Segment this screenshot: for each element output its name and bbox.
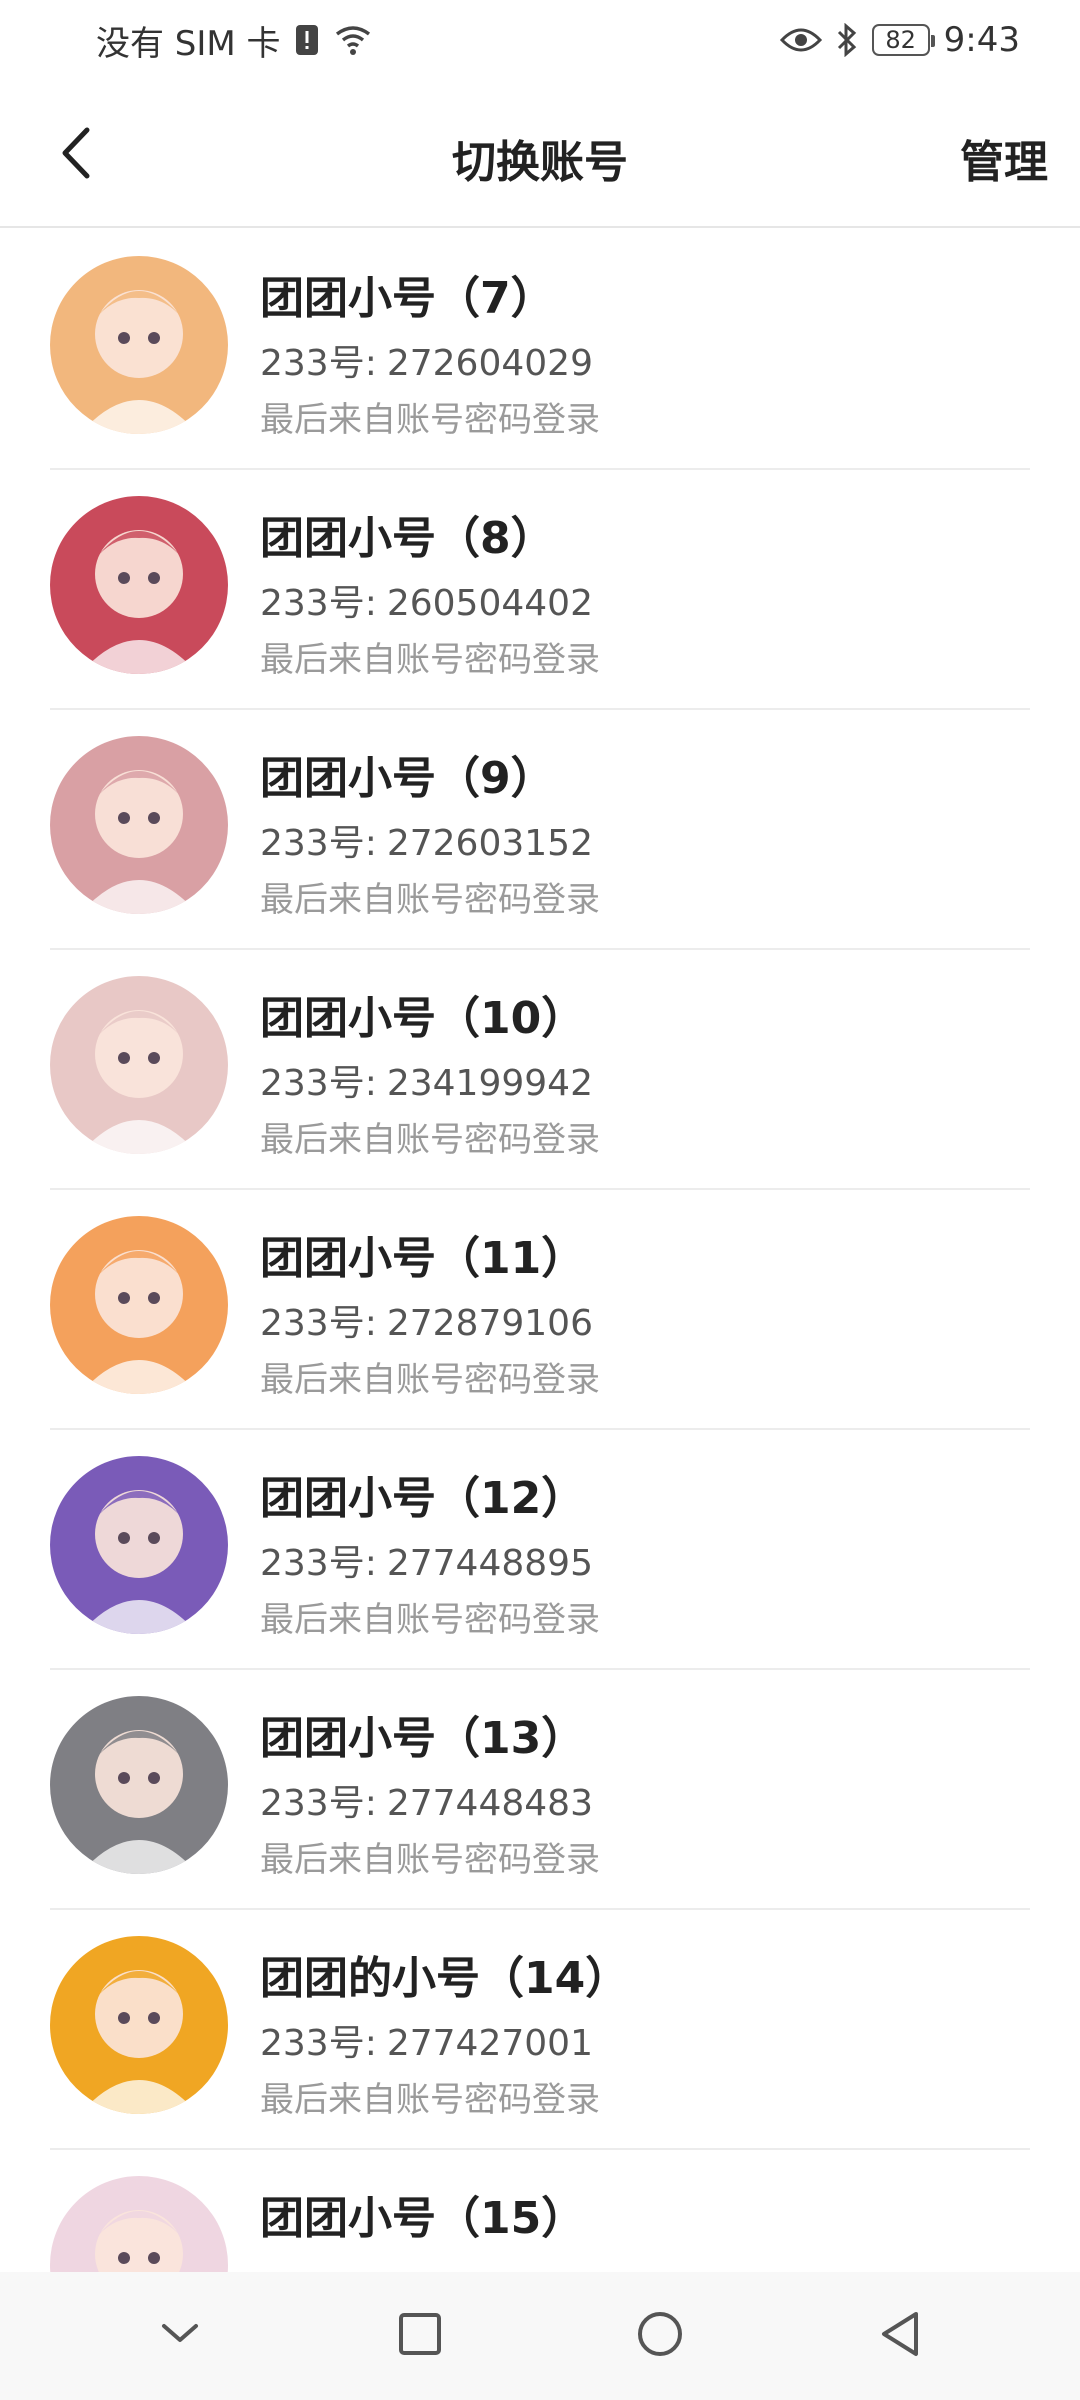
account-id-value: 277427001 [386,2023,593,2064]
login-method: 最后来自账号密码登录 [260,1120,600,1160]
account-list: 团团小号（7） 233号: 272604029 最后来自账号密码登录 团团小号（8） 23… [0,230,1080,2272]
battery-icon: 82 [871,24,935,56]
app-header: 切换账号 管理 [0,80,1080,228]
account-id: 233号: 277448483 [260,1774,593,1826]
account-item[interactable]: 团团小号（10） 233号: 234199942 最后来自账号密码登录 [50,950,1030,1190]
manage-button[interactable]: 管理 [960,126,1048,190]
account-id: 233号: 234199942 [260,1054,593,1106]
account-name: 团团小号（11） [260,1233,586,1284]
account-id-label: 233号: [260,583,377,624]
account-id-value: 272879106 [386,1303,593,1344]
account-id-label: 233号: [260,1783,377,1824]
bluetooth-icon [836,23,858,57]
login-method: 最后来自账号密码登录 [260,2080,600,2120]
account-item[interactable]: 团团小号（7） 233号: 272604029 最后来自账号密码登录 [50,230,1030,470]
nav-recents-button[interactable] [380,2296,460,2376]
account-id-value: 277448483 [386,1783,593,1824]
account-name: 团团小号（7） [260,273,555,324]
avatar [50,256,228,434]
login-method: 最后来自账号密码登录 [260,1600,600,1640]
page-title: 切换账号 [452,137,628,188]
avatar [50,2176,228,2272]
account-name: 团团小号（12） [260,1473,586,1524]
account-name: 团团小号（15） [260,2193,586,2244]
avatar-image [50,976,228,1154]
avatar [50,1936,228,2114]
account-item[interactable]: 团团的小号（14） 233号: 277427001 最后来自账号密码登录 [50,1910,1030,2150]
square-icon [398,2312,442,2360]
login-method: 最后来自账号密码登录 [260,880,600,920]
avatar-image [50,1936,228,2114]
carrier-text: 没有 SIM 卡 [96,23,281,64]
system-nav-bar [0,2272,1080,2400]
account-name: 团团小号（9） [260,753,555,804]
nav-back-button[interactable] [860,2296,940,2376]
account-id: 233号: 272879106 [260,1294,593,1346]
account-id-label: 233号: [260,343,377,384]
battery-level: 82 [885,26,916,54]
eye-icon [779,26,822,54]
avatar-image [50,1696,228,1874]
avatar-image [50,1216,228,1394]
avatar [50,1456,228,1634]
account-item[interactable]: 团团小号（12） 233号: 277448895 最后来自账号密码登录 [50,1430,1030,1670]
account-id-value: 272603152 [386,823,593,864]
account-id-value: 234199942 [386,1063,593,1104]
avatar [50,976,228,1154]
wifi-icon [333,24,373,56]
chevron-down-icon [160,2322,200,2350]
account-item[interactable]: 团团小号（13） 233号: 277448483 最后来自账号密码登录 [50,1670,1030,1910]
account-id-value: 277448895 [386,1543,593,1584]
account-item[interactable]: 团团小号（8） 233号: 260504402 最后来自账号密码登录 [50,470,1030,710]
clock-text: 9:43 [943,20,1020,60]
avatar [50,1696,228,1874]
triangle-back-icon [878,2310,922,2362]
account-item[interactable]: 团团小号（9） 233号: 272603152 最后来自账号密码登录 [50,710,1030,950]
account-item[interactable]: 团团小号（15） [50,2150,1030,2272]
login-method: 最后来自账号密码登录 [260,400,600,440]
login-method: 最后来自账号密码登录 [260,1840,600,1880]
account-name: 团团的小号（14） [260,1953,630,2004]
account-id-label: 233号: [260,1063,377,1104]
account-id-label: 233号: [260,1303,377,1344]
account-id: 233号: 260504402 [260,574,593,626]
nav-collapse-button[interactable] [140,2296,220,2376]
account-id: 233号: 272603152 [260,814,593,866]
account-id-label: 233号: [260,2023,377,2064]
status-left: 没有 SIM 卡 [96,16,373,65]
avatar-image [50,1456,228,1634]
status-right: 82 9:43 [779,20,1020,60]
avatar-image [50,736,228,914]
account-name: 团团小号（13） [260,1713,586,1764]
account-name: 团团小号（10） [260,993,586,1044]
account-id: 233号: 272604029 [260,334,593,386]
status-bar: 没有 SIM 卡 82 9:43 [0,0,1080,80]
avatar-image [50,2176,228,2272]
login-method: 最后来自账号密码登录 [260,640,600,680]
account-id-label: 233号: [260,823,377,864]
sim-alert-icon [295,24,319,56]
account-name: 团团小号（8） [260,513,555,564]
avatar-image [50,496,228,674]
account-id: 233号: 277427001 [260,2014,593,2066]
account-id-value: 272604029 [386,343,593,384]
avatar [50,1216,228,1394]
circle-icon [636,2310,684,2362]
account-id-label: 233号: [260,1543,377,1584]
login-method: 最后来自账号密码登录 [260,1360,600,1400]
account-item[interactable]: 团团小号（11） 233号: 272879106 最后来自账号密码登录 [50,1190,1030,1430]
account-id-value: 260504402 [386,583,593,624]
nav-home-button[interactable] [620,2296,700,2376]
avatar [50,496,228,674]
account-id: 233号: 277448895 [260,1534,593,1586]
avatar [50,736,228,914]
avatar-image [50,256,228,434]
